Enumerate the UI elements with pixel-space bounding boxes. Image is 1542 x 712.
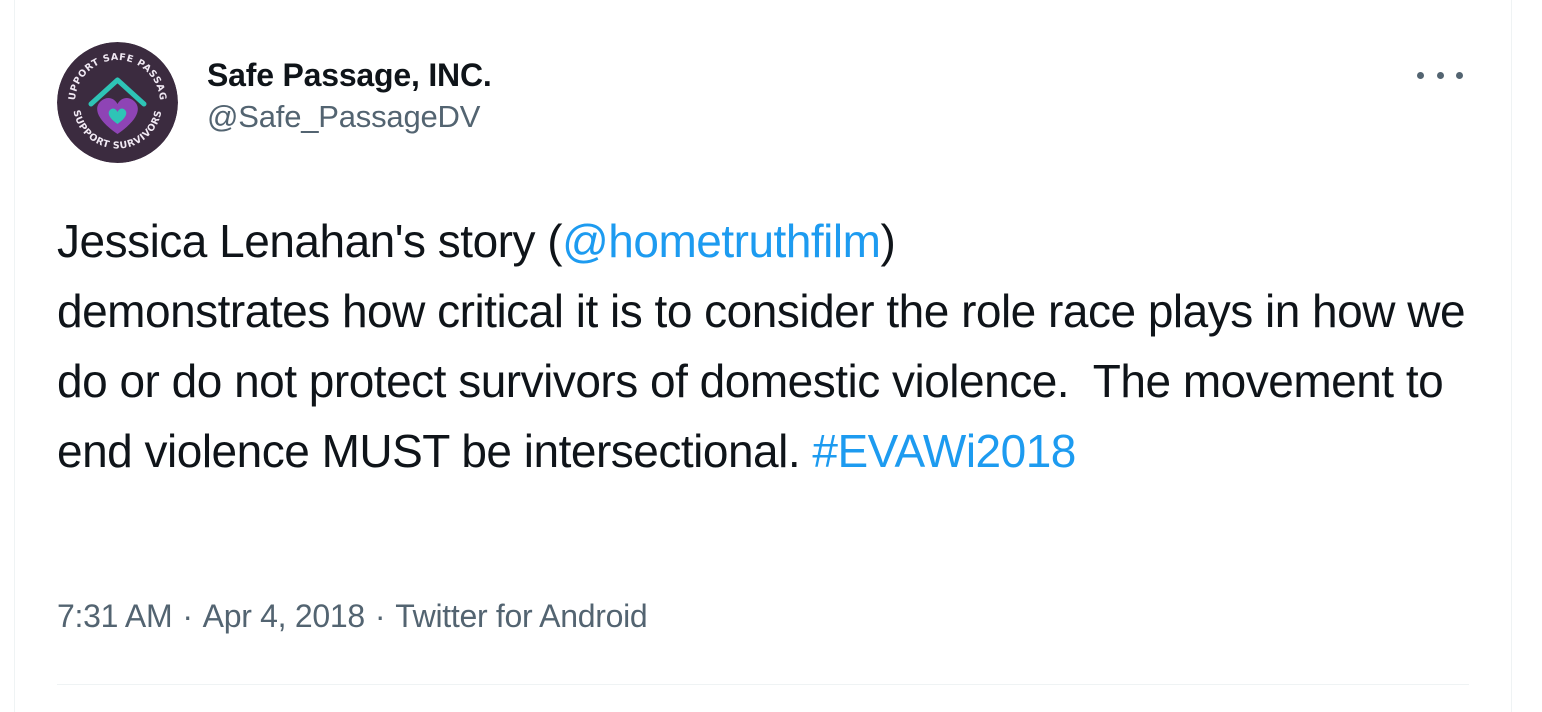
tweet-date[interactable]: Apr 4, 2018 [203, 598, 365, 634]
meta-separator: · [374, 598, 386, 634]
tweet-text-part: Jessica Lenahan's story ( [57, 215, 563, 267]
author-info: Safe Passage, INC. @Safe_PassageDV [207, 56, 492, 136]
tweet-source[interactable]: Twitter for Android [395, 598, 648, 634]
tweet-text: Jessica Lenahan's story (@hometruthfilm)… [57, 206, 1487, 486]
divider [57, 684, 1469, 685]
more-options-button[interactable] [1417, 58, 1463, 92]
mention-link[interactable]: @hometruthfilm [562, 215, 881, 267]
author-avatar[interactable]: SUPPORT SAFE PASSAGE SUPPORT SURVIVORS [57, 42, 178, 163]
safe-passage-logo-icon: SUPPORT SAFE PASSAGE SUPPORT SURVIVORS [57, 42, 178, 163]
tweet-text-part: ) [880, 215, 896, 267]
tweet-text-body: demonstrates how critical it is to consi… [57, 285, 1478, 477]
author-handle[interactable]: @Safe_PassageDV [207, 98, 492, 136]
more-horizontal-icon [1417, 71, 1424, 79]
tweet-time[interactable]: 7:31 AM [57, 598, 173, 634]
hashtag-link[interactable]: #EVAWi2018 [812, 425, 1076, 477]
meta-separator: · [182, 598, 193, 634]
author-display-name[interactable]: Safe Passage, INC. [207, 56, 492, 94]
tweet-meta: 7:31 AM · Apr 4, 2018 · Twitter for Android [57, 596, 648, 636]
tweet-card: SUPPORT SAFE PASSAGE SUPPORT SURVIVORS S… [14, 0, 1512, 712]
